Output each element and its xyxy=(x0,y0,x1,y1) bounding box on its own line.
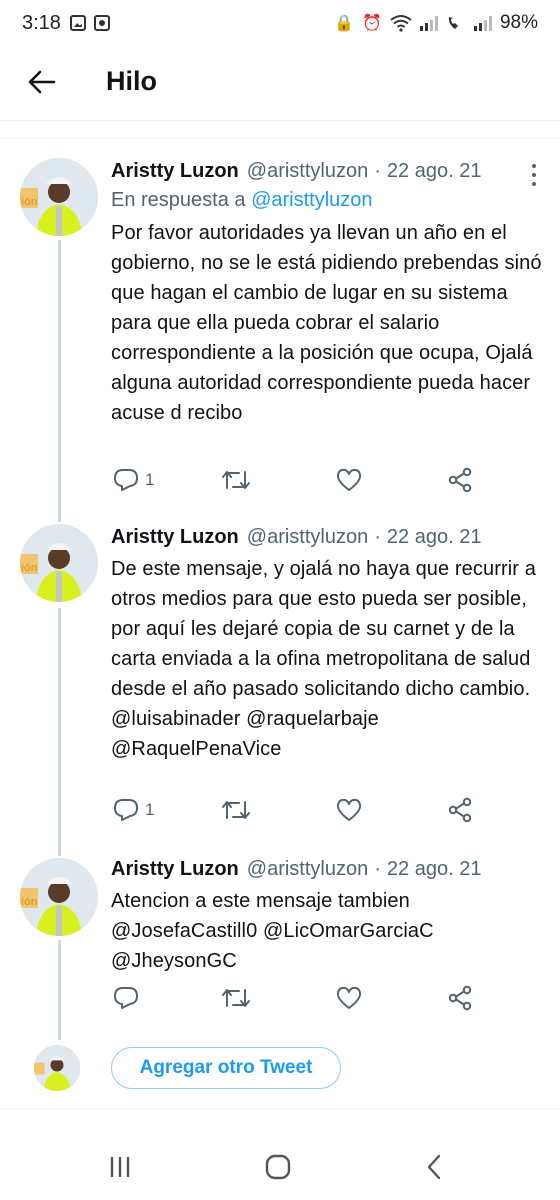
back-arrow-icon xyxy=(28,70,56,94)
like-icon xyxy=(336,468,362,491)
tweet-actions xyxy=(111,982,501,1014)
retweet-icon xyxy=(222,989,250,1007)
header-divider xyxy=(0,120,560,121)
author-handle[interactable]: @aristtyluzon xyxy=(247,158,368,184)
share-icon xyxy=(448,797,472,823)
recents-icon xyxy=(110,1157,130,1177)
svg-text:ión: ión xyxy=(21,896,38,908)
current-user-avatar xyxy=(34,1045,80,1091)
tweet-text: Atencion a este mensaje tambien xyxy=(111,890,410,912)
home-icon xyxy=(265,1154,291,1180)
status-notification-icons xyxy=(70,15,110,31)
app-header: Hilo xyxy=(0,48,560,120)
reply-prefix: En respuesta a xyxy=(111,189,246,211)
home-button[interactable] xyxy=(258,1152,298,1182)
battery-level: 98% xyxy=(499,12,538,33)
reply-context: En respuesta a @aristtyluzon xyxy=(111,186,542,214)
wifi-icon xyxy=(390,15,412,32)
author-handle[interactable]: @aristtyluzon xyxy=(247,856,368,882)
separator: · xyxy=(374,526,381,548)
retweet-icon xyxy=(222,801,250,819)
signal-1-icon xyxy=(419,15,438,31)
thread-connector xyxy=(58,608,61,856)
status-time: 3:18 xyxy=(22,12,61,34)
reply-count: 1 xyxy=(145,800,155,819)
add-another-tweet-button[interactable]: Agregar otro Tweet xyxy=(111,1047,341,1089)
gallery-notification-icon xyxy=(70,15,86,31)
avatar[interactable]: ión xyxy=(20,524,98,602)
share-icon xyxy=(448,985,472,1011)
share-button[interactable] xyxy=(447,985,473,1011)
reply-button[interactable]: 1 xyxy=(113,798,154,822)
author-handle[interactable]: @aristtyluzon xyxy=(247,524,368,550)
reply-icon xyxy=(114,987,138,1009)
more-icon xyxy=(532,164,536,169)
screen-record-notification-icon xyxy=(94,15,110,31)
reply-icon xyxy=(114,799,138,821)
bottom-divider xyxy=(0,1108,560,1109)
reply-button[interactable]: 1 xyxy=(113,468,154,492)
author-name[interactable]: Aristty Luzon xyxy=(111,856,239,882)
recents-button[interactable] xyxy=(100,1152,140,1182)
tweet-text: De este mensaje, y ojalá no haya que rec… xyxy=(111,558,536,700)
reply-icon xyxy=(114,469,138,491)
retweet-button[interactable] xyxy=(221,986,251,1010)
avatar[interactable]: ión xyxy=(20,158,98,236)
svg-text:ión: ión xyxy=(21,562,38,574)
thread-connector xyxy=(58,240,61,522)
like-button[interactable] xyxy=(336,468,362,492)
like-button[interactable] xyxy=(336,986,362,1010)
tweet-date[interactable]: 22 ago. 21 xyxy=(387,524,482,550)
share-button[interactable] xyxy=(447,797,473,823)
section-divider xyxy=(0,138,560,139)
status-right: 🔒 ⏰ 98% xyxy=(334,12,538,34)
tweet-mentions[interactable]: @luisabinader @raquelarbaje @RaquelPenaV… xyxy=(111,704,542,764)
like-button[interactable] xyxy=(336,798,362,822)
separator: · xyxy=(374,160,381,182)
reply-button[interactable] xyxy=(113,986,139,1010)
tweet-date[interactable]: 22 ago. 21 xyxy=(387,158,482,184)
tweet-actions: 1 xyxy=(111,464,501,496)
share-icon xyxy=(448,467,472,493)
tweet-actions: 1 xyxy=(111,794,501,826)
retweet-button[interactable] xyxy=(221,798,251,822)
author-name[interactable]: Aristty Luzon xyxy=(111,158,239,184)
status-bar: 3:18 🔒 ⏰ 98% xyxy=(0,0,560,48)
tweet-date[interactable]: 22 ago. 21 xyxy=(387,856,482,882)
thread-connector xyxy=(58,940,61,1040)
avatar[interactable]: ión xyxy=(20,858,98,936)
back-arrow-button[interactable] xyxy=(24,64,60,100)
reply-handle-link[interactable]: @aristtyluzon xyxy=(251,189,372,211)
svg-text:ión: ión xyxy=(21,196,38,208)
tweet-text: Por favor autoridades ya llevan un año e… xyxy=(111,222,542,424)
more-options-button[interactable] xyxy=(526,162,542,188)
alarm-icon: ⏰ xyxy=(362,15,382,32)
page-title: Hilo xyxy=(106,66,157,96)
lock-icon: 🔒 xyxy=(334,15,355,32)
retweet-icon xyxy=(222,471,250,489)
author-name[interactable]: Aristty Luzon xyxy=(111,524,239,550)
like-icon xyxy=(336,986,362,1009)
share-button[interactable] xyxy=(447,467,473,493)
retweet-button[interactable] xyxy=(221,468,251,492)
system-nav-bar xyxy=(0,1130,560,1200)
tweet-mentions[interactable]: @JosefaCastill0 @LicOmarGarciaC @Jheyson… xyxy=(111,916,542,976)
like-icon xyxy=(336,798,362,821)
back-icon xyxy=(427,1154,441,1180)
separator: · xyxy=(374,858,381,880)
signal-2-icon xyxy=(473,15,492,31)
system-back-button[interactable] xyxy=(414,1152,454,1182)
reply-count: 1 xyxy=(145,470,155,489)
wifi-call-icon xyxy=(448,17,458,29)
